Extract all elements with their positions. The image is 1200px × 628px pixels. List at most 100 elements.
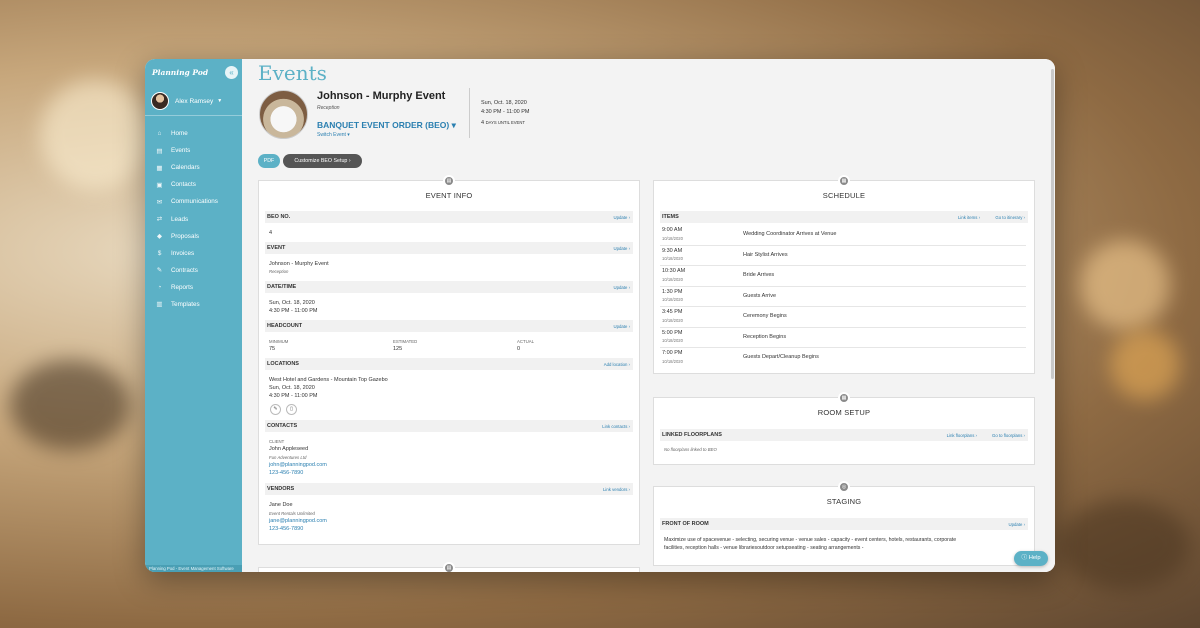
sidebar-item-contacts[interactable]: ▣ Contacts: [155, 176, 239, 193]
info-icon: ▤: [443, 175, 455, 187]
sidebar-item-label: Contracts: [171, 266, 198, 274]
beo-dropdown[interactable]: BANQUET EVENT ORDER (BEO) ▾: [317, 120, 456, 131]
floorplan-icon: ▦: [838, 392, 850, 404]
link-items-link[interactable]: Link items ›: [958, 215, 980, 220]
vendor-phone-link[interactable]: 123-456-7890: [269, 526, 303, 532]
card-title: ROOM SETUP: [817, 408, 871, 417]
schedule-date: 10/18/2020: [662, 297, 683, 302]
staging-card: ◎ STAGING FRONT OF ROOM Update › Maximiz…: [653, 481, 1035, 566]
avatar: [151, 92, 169, 110]
schedule-time: 9:30 AM: [662, 247, 683, 254]
card-title: SCHEDULE: [822, 191, 866, 200]
schedule-time: 5:00 PM: [662, 329, 683, 336]
schedule-row: 10:30 AM 10/18/2020 Bride Arrives: [660, 266, 1026, 287]
calendar-icon: ▦: [156, 164, 163, 172]
vendor-email-link[interactable]: jane@planningpod.com: [269, 518, 327, 524]
divider: [469, 88, 470, 138]
days-until-event: 4 DAYS UNTIL EVENT: [481, 120, 525, 126]
sidebar-item-label: Contacts: [171, 181, 196, 189]
update-link[interactable]: Update ›: [614, 285, 630, 290]
trash-icon[interactable]: ▯: [286, 404, 297, 415]
date-value: Sun, Oct. 18, 2020: [269, 300, 315, 306]
event-date: Sun, Oct. 18, 2020: [481, 100, 527, 106]
scrollbar[interactable]: [1050, 59, 1055, 572]
events-icon: ▤: [156, 147, 163, 155]
main-content: Events Johnson - Murphy Event Reception …: [242, 59, 1055, 572]
link-floorplans-link[interactable]: Link floorplans ›: [947, 433, 977, 438]
section-datetime: DATE/TIME Update ›: [265, 281, 633, 293]
schedule-desc: Guests Arrive: [743, 292, 777, 299]
section-label: LOCATIONS: [267, 361, 299, 367]
sidebar-item-invoices[interactable]: $ Invoices: [155, 245, 239, 262]
go-to-floorplans-link[interactable]: Go to floorplans ›: [992, 433, 1025, 438]
location-date: Sun, Oct. 18, 2020: [269, 385, 315, 391]
schedule-desc: Reception Begins: [743, 333, 787, 340]
user-menu[interactable]: Alex Ramsey ▼: [151, 92, 236, 110]
client-phone-link[interactable]: 123-456-7890: [269, 470, 303, 476]
schedule-date: 10/18/2020: [662, 256, 683, 261]
schedule-time: 9:00 AM: [662, 227, 683, 233]
schedule-desc: Ceremony Begins: [743, 313, 787, 319]
section-items: ITEMS Link items › Go to itinerary ›: [660, 211, 1028, 223]
pdf-button[interactable]: PDF: [258, 154, 280, 168]
go-to-itinerary-link[interactable]: Go to itinerary ›: [995, 215, 1025, 220]
sidebar-item-leads[interactable]: ⇄ Leads: [155, 210, 239, 227]
sidebar-item-label: Communications: [171, 198, 218, 206]
app-logo: Planning Pod: [152, 68, 209, 77]
days-count: 4: [481, 120, 485, 126]
sidebar-item-events[interactable]: ▤ Events: [155, 142, 239, 159]
event-type-value: Reception: [269, 269, 289, 274]
schedule-date: 10/18/2020: [662, 358, 683, 364]
sidebar-item-home[interactable]: ⌂ Home: [155, 125, 239, 142]
event-time: 4:30 PM - 11:00 PM: [481, 109, 530, 115]
schedule-row: 3:45 PM 10/18/2020 Ceremony Begins: [660, 307, 1026, 328]
location-time: 4:30 PM - 11:00 PM: [269, 393, 318, 399]
scrollbar-thumb[interactable]: [1051, 69, 1054, 379]
templates-icon: ▥: [156, 301, 163, 309]
vendor-name: Jane Doe: [269, 502, 293, 508]
invoices-icon: $: [157, 249, 162, 257]
sidebar-item-label: Events: [171, 147, 191, 155]
customize-beo-button[interactable]: Customize BEO Setup ›: [283, 154, 362, 168]
sidebar-item-reports[interactable]: ◔ Reports: [155, 279, 239, 296]
background-bokeh: [10, 360, 130, 450]
staging-notes-line: facilities, reception halls - venue libr…: [664, 545, 864, 551]
update-link[interactable]: Update ›: [614, 246, 630, 251]
help-button[interactable]: ⓘ Help: [1014, 551, 1048, 566]
sidebar-footer: Planning Pod - Event Management Software: [145, 565, 242, 572]
sidebar-item-communications[interactable]: ✉ Communications: [155, 193, 239, 210]
link-vendors-link[interactable]: Link vendors ›: [603, 487, 630, 492]
sidebar-item-contracts[interactable]: ✎ Contracts: [155, 262, 239, 279]
edit-pencil-icon[interactable]: ✎: [270, 404, 281, 415]
add-location-link[interactable]: Add location ›: [604, 362, 630, 367]
beo-number: 4: [269, 230, 273, 236]
estimated-label: ESTIMATED: [393, 339, 418, 344]
section-label: FRONT OF ROOM: [662, 521, 709, 527]
client-email-link[interactable]: john@planningpod.com: [269, 462, 327, 468]
contacts-icon: ▣: [156, 181, 163, 189]
client-company: Fun Adventures Ltd: [269, 455, 307, 460]
actual-value: 0: [517, 346, 521, 352]
days-label: DAYS UNTIL EVENT: [485, 120, 525, 125]
sidebar-nav: ⌂ Home ▤ Events ▦ Calendars ▣ Contacts ✉ Comm…: [155, 125, 239, 313]
leads-icon: ⇄: [156, 216, 163, 224]
section-contacts: CONTACTS Link contacts ›: [265, 420, 633, 432]
section-label: DATE/TIME: [267, 284, 297, 290]
update-link[interactable]: Update ›: [1009, 522, 1025, 527]
schedule-desc: Guests Depart/Cleanup Begins: [743, 354, 819, 360]
collapse-sidebar-icon[interactable]: «: [225, 66, 238, 79]
section-front-of-room: FRONT OF ROOM Update ›: [660, 518, 1028, 530]
sidebar-item-templates[interactable]: ▥ Templates: [155, 296, 239, 313]
link-contacts-link[interactable]: Link contacts ›: [602, 424, 630, 429]
section-headcount: HEADCOUNT Update ›: [265, 320, 633, 332]
update-link[interactable]: Update ›: [614, 324, 630, 329]
room-setup-card: ▦ ROOM SETUP LINKED FLOORPLANS Link floo…: [653, 392, 1035, 465]
schedule-time: 1:30 PM: [662, 288, 683, 295]
section-icon: ▤: [443, 562, 455, 572]
sidebar-item-calendars[interactable]: ▦ Calendars: [155, 159, 239, 176]
sidebar-item-proposals[interactable]: ◆ Proposals: [155, 228, 239, 245]
background-bokeh: [1080, 240, 1170, 330]
section-label: CONTACTS: [267, 423, 298, 429]
switch-event-link[interactable]: Switch Event ▾: [317, 132, 350, 138]
update-link[interactable]: Update ›: [614, 215, 630, 220]
